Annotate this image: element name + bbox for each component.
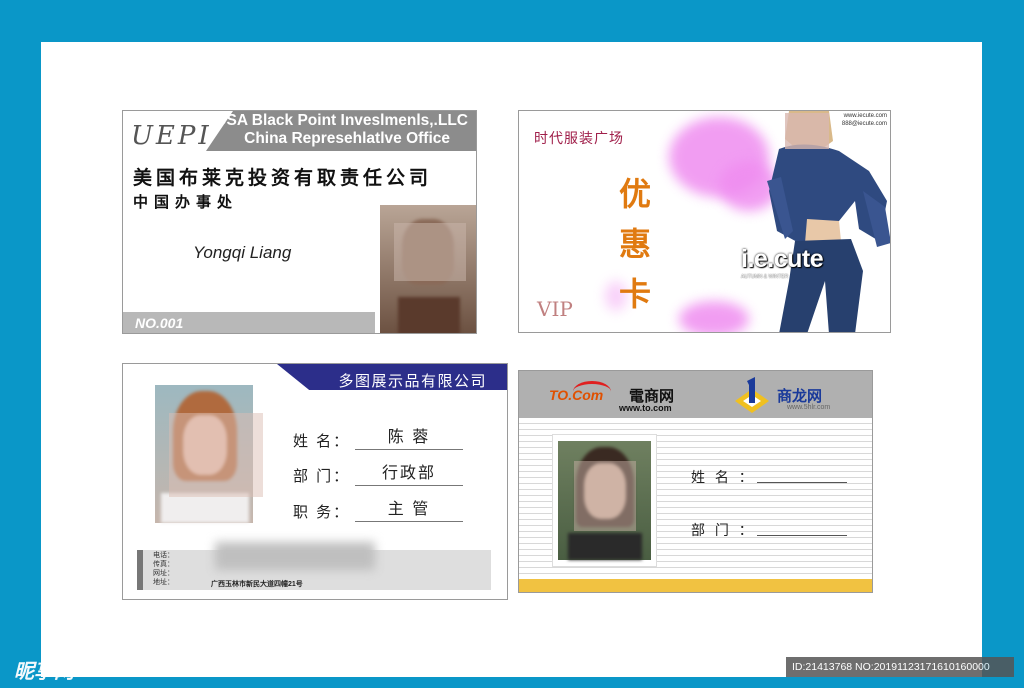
holder-name: Yongqi Liang (193, 243, 292, 262)
model-figure (767, 111, 890, 332)
company-name-en-line2: China Represehlatlve Office (244, 130, 450, 147)
discount-card-iecute: 时代服装广场 优 惠 卡 VIP www.iecute.com 888@iecu… (518, 110, 891, 333)
footer-marker (137, 550, 143, 590)
contact-label-address: 地址： (153, 579, 174, 586)
brand-logo: i.e.cute (741, 245, 824, 273)
holder-photo (380, 205, 476, 333)
dragon-logo-icon (735, 377, 769, 413)
dragon-website: www.5hlr.com (787, 404, 831, 411)
field-value-department: 行政部 (355, 459, 463, 486)
title-char-3: 卡 (618, 275, 651, 313)
mall-name: 时代服装广场 (534, 130, 624, 146)
dragon-logo-cn: 商龙网 (777, 387, 823, 405)
vip-label: VIP (537, 297, 573, 321)
tocom-website: www.to.com (619, 403, 672, 413)
contact-footer: 电话： 传真： 网址： 地址： 广西玉林市新民大道四幢21号 (137, 542, 491, 590)
office-name-cn: 中国办事处 (133, 193, 239, 211)
contact-label-fax: 传真： (153, 561, 174, 568)
blurred-contact-info (215, 542, 375, 570)
employee-photo-frame (553, 435, 656, 566)
company-logo-text: UEPI (131, 121, 212, 151)
employee-photo (155, 385, 263, 523)
employee-photo (558, 441, 651, 560)
title-char-2: 惠 (618, 225, 651, 263)
card-footer-band (519, 579, 872, 592)
field-value-name: 陈 蓉 (355, 423, 463, 450)
tocom-logo: TO.Com (549, 387, 604, 403)
company-name-cn: 美国布莱克投资有取责任公司 (133, 167, 433, 189)
business-card-uepi: USA Black Point Inveslmenls,.LLC China R… (122, 110, 477, 334)
company-name-en-line1: USA Black Point Inveslmenls,.LLC (215, 112, 468, 129)
company-name: 多图展示品有限公司 (338, 373, 487, 390)
field-line-department (757, 535, 847, 536)
field-label-department: 部 门： (293, 468, 351, 485)
watermark-url: www.nipic.cn (98, 660, 185, 677)
image-id-bar: ID:21413768 NO:20191123171610160000 (786, 657, 1014, 677)
field-label-department: 部 门 ： (691, 522, 756, 538)
contact-address: 广西玉林市新民大道四幢21号 (211, 581, 303, 588)
field-value-position: 主 管 (355, 495, 463, 522)
card-number: NO.001 (135, 315, 184, 331)
title-char-1: 优 (618, 175, 651, 213)
season-tagline: AUTUMN & WINTER (741, 274, 789, 280)
field-label-name: 姓 名 ： (691, 469, 756, 485)
field-line-name (757, 482, 847, 483)
contact-label-phone: 电话： (153, 552, 174, 559)
employee-card-tocom: TO.Com 電商网 www.to.com 商龙网 www.5hlr.com 姓… (518, 370, 873, 593)
field-label-name: 姓 名： (293, 433, 351, 450)
watermark-logo: 昵享网 (14, 661, 74, 683)
contact-label-website: 网址： (153, 570, 174, 577)
pink-splash-3 (679, 301, 749, 332)
field-label-position: 职 务： (293, 504, 351, 521)
employee-card-duotu: 多图展示品有限公司 姓 名： 陈 蓉 部 门： 行政部 职 务： 主 管 电话：… (122, 363, 508, 600)
